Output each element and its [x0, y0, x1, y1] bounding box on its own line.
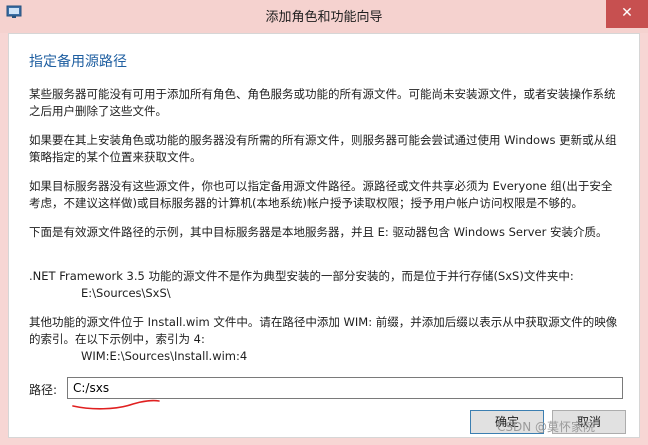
- path-input[interactable]: [67, 377, 623, 399]
- netfx-text: .NET Framework 3.5 功能的源文件不是作为典型安装的一部分安装的…: [29, 269, 574, 283]
- info-paragraph-2: 如果要在其上安装角色或功能的服务器没有所需的所有源文件，则服务器可能会尝试通过使…: [29, 133, 617, 164]
- wim-example-path: WIM:E:\Sources\Install.wim:4: [81, 349, 248, 363]
- wim-note: 其他功能的源文件位于 Install.wim 文件中。请在路径中添加 WIM: …: [29, 314, 619, 365]
- red-annotation-underline: [72, 399, 160, 410]
- netfx-example-path: E:\Sources\SxS\: [81, 286, 171, 300]
- page-title: 指定备用源路径: [29, 54, 127, 70]
- info-paragraph-4: 下面是有效源文件路径的示例，其中目标服务器是本地服务器，并且 E: 驱动器包含 …: [29, 225, 608, 239]
- info-paragraph-3: 如果目标服务器没有这些源文件，你也可以指定备用源文件路径。源路径或文件共享必须为…: [29, 179, 613, 210]
- path-label: 路径:: [29, 383, 58, 397]
- window-title: 添加角色和功能向导: [265, 10, 383, 25]
- wizard-content: 指定备用源路径 某些服务器可能没有可用于添加所有角色、角色服务或功能的所有源文件…: [8, 33, 640, 438]
- close-icon: ✕: [621, 5, 633, 21]
- watermark: CSDN @莫怀家院: [497, 420, 596, 434]
- title-bar[interactable]: 添加角色和功能向导 ✕: [0, 0, 648, 33]
- wim-text: 其他功能的源文件位于 Install.wim 文件中。请在路径中添加 WIM: …: [29, 315, 618, 346]
- netfx-note: .NET Framework 3.5 功能的源文件不是作为典型安装的一部分安装的…: [29, 268, 619, 302]
- close-button[interactable]: ✕: [606, 0, 648, 28]
- info-paragraph-1: 某些服务器可能没有可用于添加所有角色、角色服务或功能的所有源文件。可能尚未安装源…: [29, 87, 616, 118]
- wizard-window: 添加角色和功能向导 ✕ 指定备用源路径 某些服务器可能没有可用于添加所有角色、角…: [0, 0, 648, 445]
